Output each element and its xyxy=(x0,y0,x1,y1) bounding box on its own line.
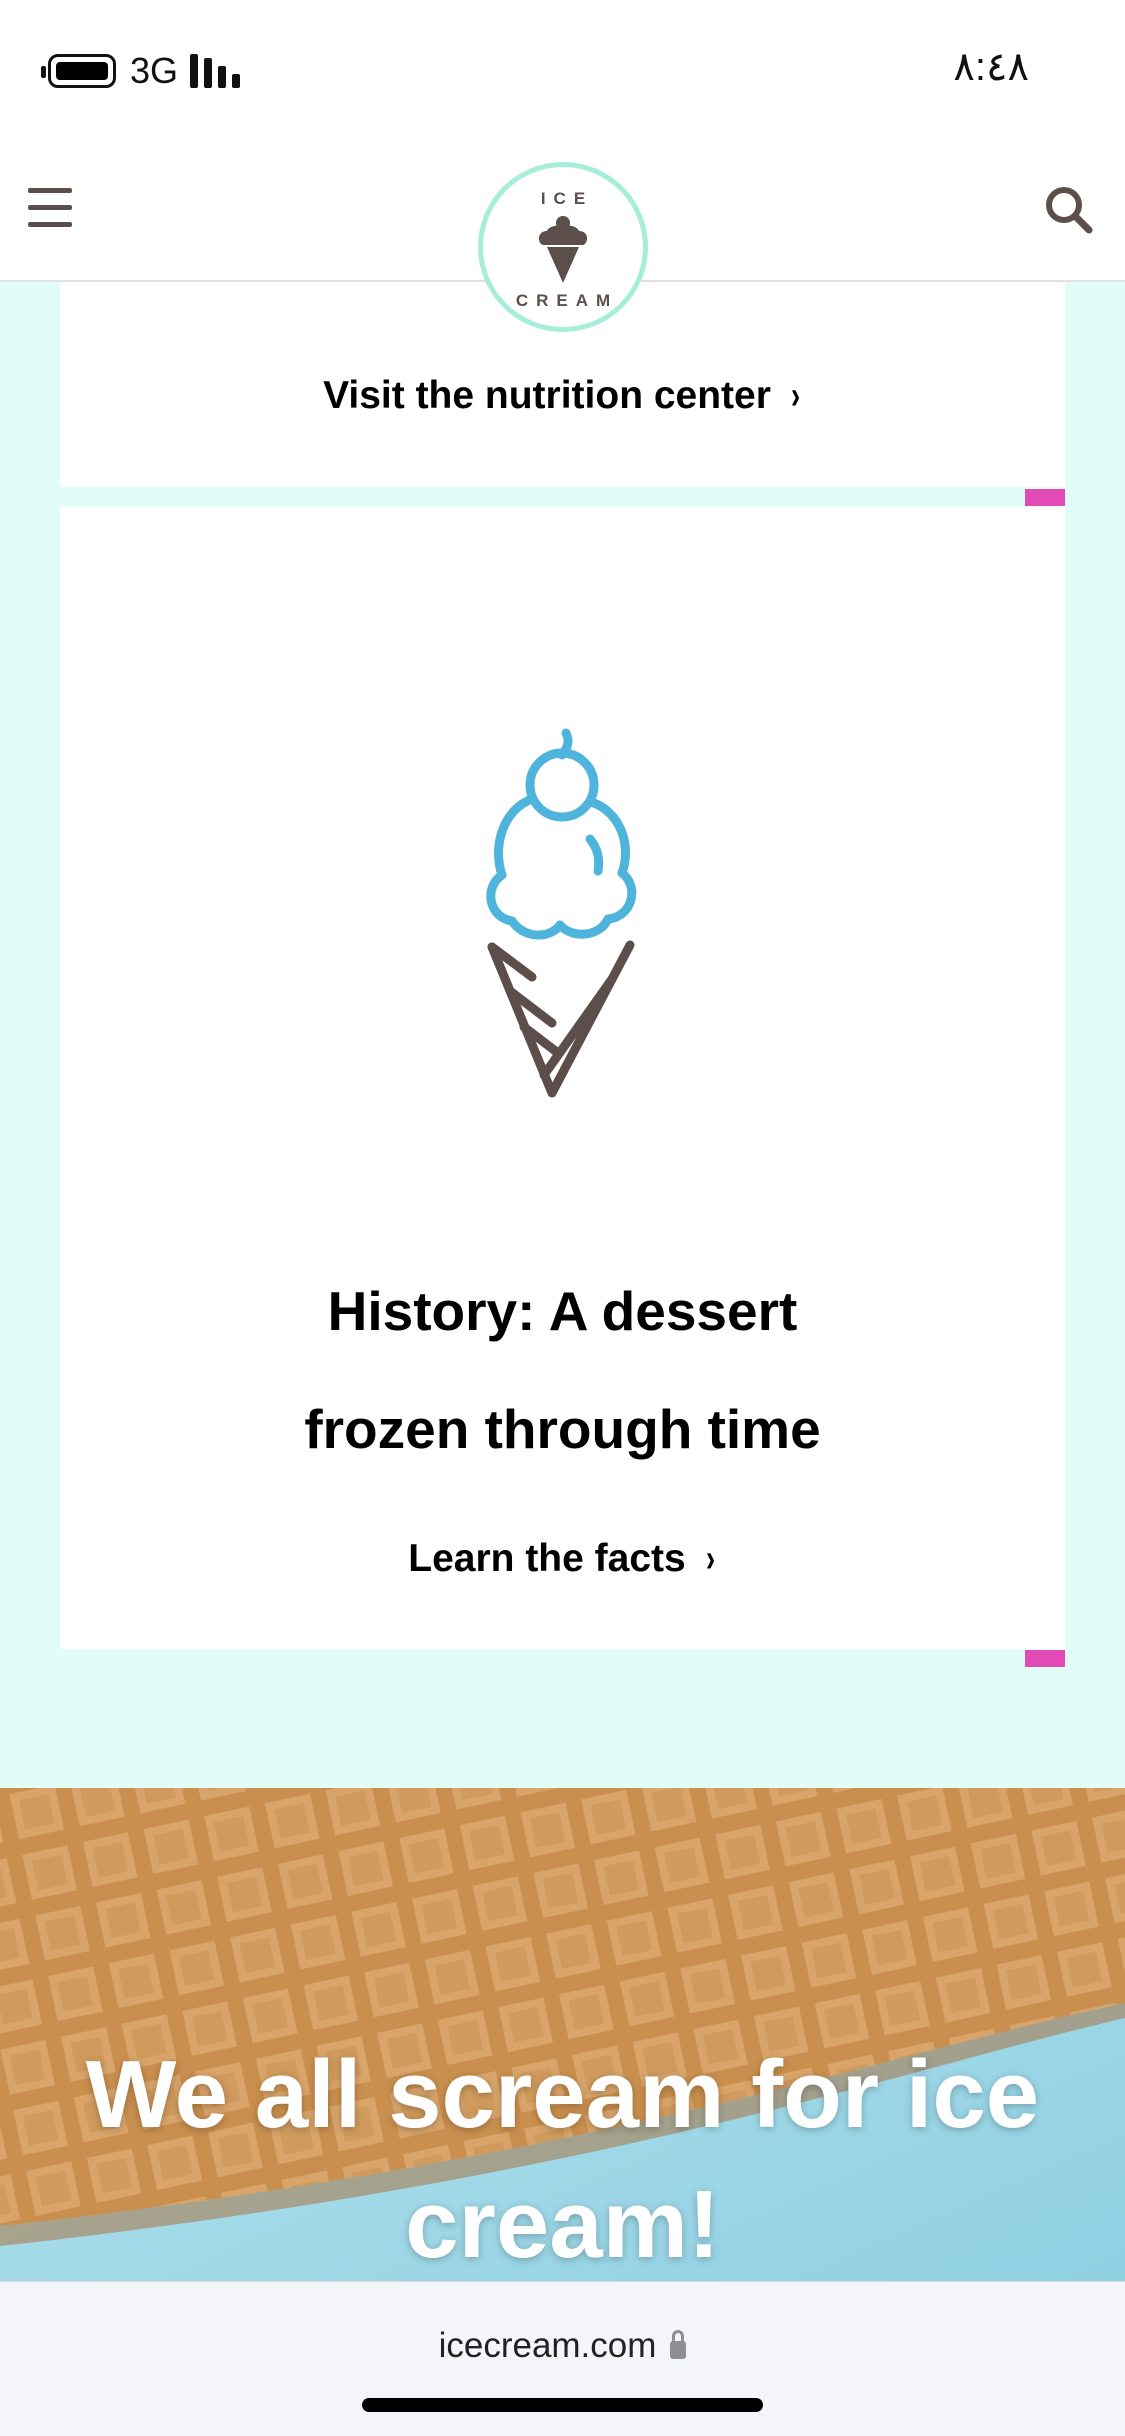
pink-accent-tab xyxy=(1025,489,1065,506)
ice-cream-cone-icon xyxy=(486,728,637,1098)
nutrition-center-link[interactable]: Visit the nutrition center › xyxy=(60,374,1065,418)
lock-icon xyxy=(670,2330,687,2359)
site-logo[interactable]: ICE CREAM xyxy=(478,162,648,332)
history-card: History: A dessert frozen through time L… xyxy=(60,507,1065,1649)
history-title: History: A dessert frozen through time xyxy=(304,1280,821,1460)
logo-cone-icon xyxy=(538,216,588,283)
site-header: ICE CREAM xyxy=(0,140,1125,332)
chevron-right-icon: › xyxy=(705,1537,715,1580)
hero-banner: We all scream for ice cream! xyxy=(0,1788,1125,2282)
banner-headline: We all scream for ice cream! xyxy=(85,2041,1040,2278)
search-icon[interactable] xyxy=(1043,184,1095,236)
chevron-right-icon: › xyxy=(790,374,800,417)
learn-facts-link[interactable]: Learn the facts › xyxy=(60,1537,1065,1581)
menu-icon[interactable] xyxy=(28,188,74,228)
home-indicator[interactable] xyxy=(362,2398,763,2412)
network-type: 3G xyxy=(130,50,179,91)
status-time: ٨:٤٨ xyxy=(953,45,1029,89)
status-bar: 3G ٨:٤٨ xyxy=(0,0,1125,140)
logo-text-top: ICE xyxy=(540,189,594,208)
pink-accent-tab xyxy=(1025,1650,1065,1667)
url-display[interactable]: icecream.com xyxy=(0,2326,1125,2366)
browser-url-bar[interactable]: icecream.com xyxy=(0,2281,1125,2436)
signal-icon xyxy=(190,54,246,88)
battery-icon xyxy=(41,54,116,88)
logo-text-bottom: CREAM xyxy=(515,291,619,310)
